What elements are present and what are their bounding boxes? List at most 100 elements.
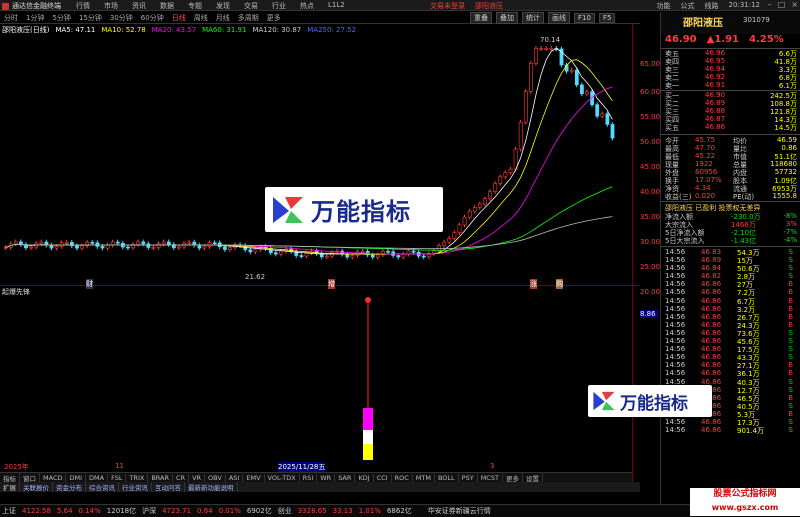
indicator-tab[interactable]: EMV [243, 473, 265, 482]
indicator-tab[interactable]: TRIX [126, 473, 149, 482]
tool-f5-button[interactable]: F5 [598, 13, 616, 23]
book-row[interactable]: 买二 46.89 108.8万 [661, 99, 800, 108]
event-marker[interactable]: 财 [86, 279, 93, 289]
menu-formula[interactable]: 公式 [681, 1, 695, 11]
indicator-tab[interactable]: VR [189, 473, 206, 482]
tool-overlap-button[interactable]: 重叠 [470, 12, 492, 24]
period-tab[interactable]: 1分钟 [26, 13, 44, 23]
menu-route[interactable]: 线路 [705, 1, 719, 11]
menu-item[interactable]: 交易 [244, 1, 258, 11]
period-tab-active[interactable]: 日线 [172, 13, 186, 23]
event-marker[interactable]: 购 [556, 279, 563, 289]
indicator-tab[interactable]: DMI [66, 473, 87, 482]
indicator-tab[interactable]: BRAR [148, 473, 173, 482]
book-row[interactable]: 5日大宗流入 -1.43亿 -4% [661, 236, 800, 245]
period-tab[interactable]: 月线 [216, 13, 230, 23]
indicator-tab[interactable]: RSI [300, 473, 318, 482]
indicator-tab[interactable]: MCST [478, 473, 503, 482]
menu-item[interactable]: 市场 [104, 1, 118, 11]
extension-tab[interactable]: 综合资讯 [86, 482, 119, 492]
extension-tab[interactable]: 互动问答 [152, 482, 185, 492]
period-tab[interactable]: 更多 [267, 13, 281, 23]
book-row[interactable]: 买五 46.86 14.5万 [661, 123, 800, 132]
period-tab[interactable]: 30分钟 [110, 13, 133, 23]
tool-add-button[interactable]: 叠加 [496, 12, 518, 24]
book-row[interactable]: 卖五 46.96 6.6万 [661, 49, 800, 58]
indicator-tab[interactable]: CCI [374, 473, 392, 482]
book-row[interactable]: 14:56 46.84 50.6万 S [661, 264, 800, 273]
tool-stats-button[interactable]: 统计 [522, 12, 544, 24]
indicator-tab[interactable]: VOL-TDX [265, 473, 300, 482]
indicator-tab[interactable]: CR [173, 473, 190, 482]
indicator-tab[interactable]: PSY [459, 473, 478, 482]
indicator-tab[interactable]: SAR [335, 473, 356, 482]
period-tab[interactable]: 多周期 [238, 13, 259, 23]
maximize-icon[interactable]: □ [778, 0, 786, 9]
indicator-tab[interactable]: 设置 [523, 472, 543, 483]
period-tab[interactable]: 周线 [194, 13, 208, 23]
book-row[interactable]: 14:56 46.86 26.7万 B [661, 313, 800, 322]
book-row[interactable]: 14:56 46.86 901.4万 S [661, 426, 800, 435]
indicator-tab[interactable]: BOLL [435, 473, 459, 482]
book-row[interactable]: 14:56 46.86 43.3万 S [661, 353, 800, 362]
menu-item[interactable]: L1L2 [328, 1, 345, 11]
menu-item[interactable]: 资讯 [132, 1, 146, 11]
book-row[interactable]: 14:56 46.86 45.6万 S [661, 337, 800, 346]
indicator-tab[interactable]: ASI [226, 473, 244, 482]
indicator-chart[interactable] [0, 290, 632, 460]
book-row[interactable]: 5日净流入额 -2.10亿 -7% [661, 228, 800, 237]
menu-item[interactable]: 行情 [76, 1, 90, 11]
period-tab[interactable]: 分时 [4, 13, 18, 23]
book-row[interactable]: 14:56 46.86 17.5万 S [661, 345, 800, 354]
indicator-tab[interactable]: OBV [205, 473, 226, 482]
menu-item[interactable]: 数据 [160, 1, 174, 11]
indicator-tab[interactable]: MACD [40, 473, 67, 482]
minimize-icon[interactable]: – [768, 0, 772, 9]
indicator-tab[interactable]: FSL [108, 473, 127, 482]
period-tab[interactable]: 60分钟 [141, 13, 164, 23]
book-row[interactable]: 14:56 46.83 54.3万 S [661, 248, 800, 257]
extension-tab[interactable]: 行业资讯 [119, 482, 152, 492]
menu-item[interactable]: 行业 [272, 1, 286, 11]
server-status[interactable]: 华安证券新疆云行情 [428, 506, 491, 516]
book-row[interactable]: 最高 47.70 量比 0.86 [661, 144, 800, 153]
book-row[interactable]: 现量 1922 总量 118680 [661, 160, 800, 169]
book-row[interactable]: 最低 45.22 市值 51.1亿 [661, 152, 800, 161]
book-row[interactable]: 14:56 46.86 17.3万 S [661, 418, 800, 427]
period-tab[interactable]: 5分钟 [52, 13, 70, 23]
menu-function[interactable]: 功能 [657, 1, 671, 11]
book-row[interactable]: 14:56 46.82 2.8万 S [661, 272, 800, 281]
menu-item[interactable]: 发现 [216, 1, 230, 11]
extension-tab[interactable]: 资金分布 [53, 482, 86, 492]
book-row[interactable]: 卖二 46.92 6.8万 [661, 73, 800, 82]
book-row[interactable]: 14:56 46.86 6.7万 B [661, 297, 800, 306]
book-row[interactable]: 净资 4.34 流通 6953万 [661, 184, 800, 193]
book-row[interactable]: 换手 17.07% 股本 1.09亿 [661, 176, 800, 185]
indicator-tab[interactable]: 更多 [503, 472, 523, 483]
trade-login-status[interactable]: 交易未登录 [430, 1, 465, 11]
book-row[interactable]: 买一 46.90 242.5万 [661, 91, 800, 100]
book-row[interactable]: 14:56 46.86 73.6万 S [661, 329, 800, 338]
book-row[interactable]: 收益(三) 0.020 PE(动) 1555.8 [661, 192, 800, 201]
event-marker[interactable]: 增 [328, 279, 335, 289]
book-row[interactable]: 今开 45.75 均价 46.59 [661, 136, 800, 145]
indicator-tab[interactable]: 指标 [0, 472, 20, 483]
book-row[interactable]: 卖三 46.94 3.3万 [661, 65, 800, 74]
menu-item[interactable]: 专题 [188, 1, 202, 11]
event-marker[interactable]: 涨 [530, 279, 537, 289]
candlestick-chart[interactable]: 70.14 21.62 [0, 35, 632, 285]
tool-f10-button[interactable]: F10 [574, 13, 595, 23]
period-tab[interactable]: 15分钟 [79, 13, 102, 23]
book-row[interactable]: 14:56 46.86 24.3万 B [661, 321, 800, 330]
indicator-tab[interactable]: KDJ [355, 473, 374, 482]
book-row[interactable]: 卖一 46.91 6.1万 [661, 81, 800, 90]
book-row[interactable]: 买三 46.88 121.8万 [661, 107, 800, 116]
extension-tab[interactable]: 最新新功能说明 [185, 482, 238, 492]
extension-tab[interactable]: 关联报价 [20, 482, 53, 492]
book-row[interactable]: 14:56 46.86 27.1万 B [661, 361, 800, 370]
book-row[interactable]: 14:56 46.89 15万 S [661, 256, 800, 265]
indicator-tab[interactable]: MTM [413, 473, 435, 482]
book-row[interactable]: 买四 46.87 14.3万 [661, 115, 800, 124]
close-icon[interactable]: × [791, 0, 798, 9]
book-row[interactable]: 14:56 46.86 27万 B [661, 280, 800, 289]
